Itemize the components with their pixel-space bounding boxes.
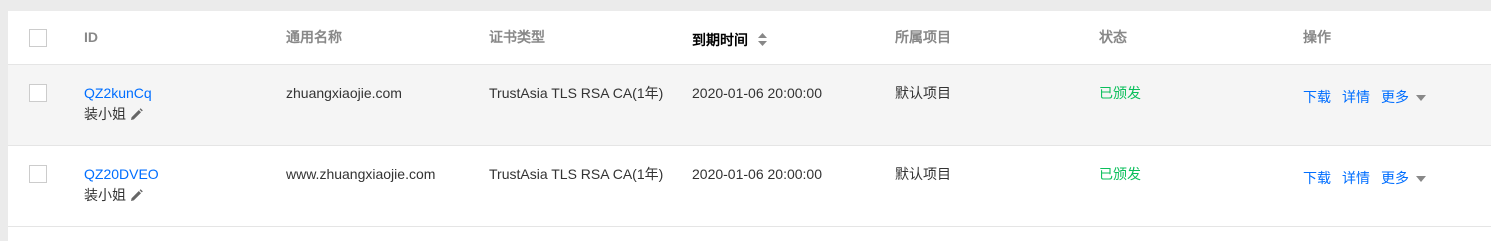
common-name: zhuangxiaojie.com [286,85,402,101]
status-badge: 已颁发 [1099,166,1141,182]
sort-icon[interactable] [758,31,767,52]
cert-alias: 装小姐 [84,104,152,127]
status-badge: 已颁发 [1099,85,1141,101]
row-checkbox[interactable] [29,165,47,183]
pencil-icon[interactable] [130,106,143,127]
row-actions: 下载 详情 更多 [1303,167,1426,189]
row-checkbox[interactable] [29,84,47,102]
table-row: QZ2kunCq 装小姐 zhuangxiaojie.com TrustAsia… [8,65,1491,146]
cert-alias-text: 装小姐 [84,187,126,203]
column-header-project: 所属项目 [895,29,951,45]
column-header-cert-type: 证书类型 [489,29,545,45]
pencil-icon[interactable] [130,187,143,208]
cert-alias: 装小姐 [84,185,159,208]
column-header-common-name: 通用名称 [286,29,342,45]
cert-id-link[interactable]: QZ20DVEO [84,164,159,185]
common-name: www.zhuangxiaojie.com [286,166,436,182]
certificate-table: ID 通用名称 证书类型 到期时间 所属项目 状态 操作 QZ2kunCq 装小… [8,11,1491,241]
project-name: 默认项目 [895,166,951,182]
column-header-actions: 操作 [1303,29,1331,45]
download-link[interactable]: 下载 [1303,89,1331,105]
column-header-status: 状态 [1099,29,1127,45]
project-name: 默认项目 [895,85,951,101]
cert-id-cell: QZ20DVEO 装小姐 [84,164,159,208]
cert-id-cell: QZ2kunCq 装小姐 [84,83,152,127]
cert-id-link[interactable]: QZ2kunCq [84,83,152,104]
more-dropdown[interactable]: 更多 [1381,170,1409,186]
column-header-id: ID [84,29,98,45]
cert-type: TrustAsia TLS RSA CA(1年) [489,166,664,182]
column-header-expiry[interactable]: 到期时间 [692,30,767,52]
row-actions: 下载 详情 更多 [1303,86,1426,108]
expiry-time: 2020-01-06 20:00:00 [692,166,822,182]
table-row: QZ20DVEO 装小姐 www.zhuangxiaojie.com Trust… [8,146,1491,227]
cert-alias-text: 装小姐 [84,106,126,122]
cert-type: TrustAsia TLS RSA CA(1年) [489,85,664,101]
column-header-expiry-label: 到期时间 [692,32,748,48]
more-dropdown[interactable]: 更多 [1381,89,1409,105]
chevron-down-icon[interactable] [1416,86,1426,107]
expiry-time: 2020-01-06 20:00:00 [692,85,822,101]
download-link[interactable]: 下载 [1303,170,1331,186]
details-link[interactable]: 详情 [1342,89,1370,105]
select-all-checkbox[interactable] [29,29,47,47]
table-header: ID 通用名称 证书类型 到期时间 所属项目 状态 操作 [8,11,1491,65]
details-link[interactable]: 详情 [1342,170,1370,186]
chevron-down-icon[interactable] [1416,167,1426,188]
